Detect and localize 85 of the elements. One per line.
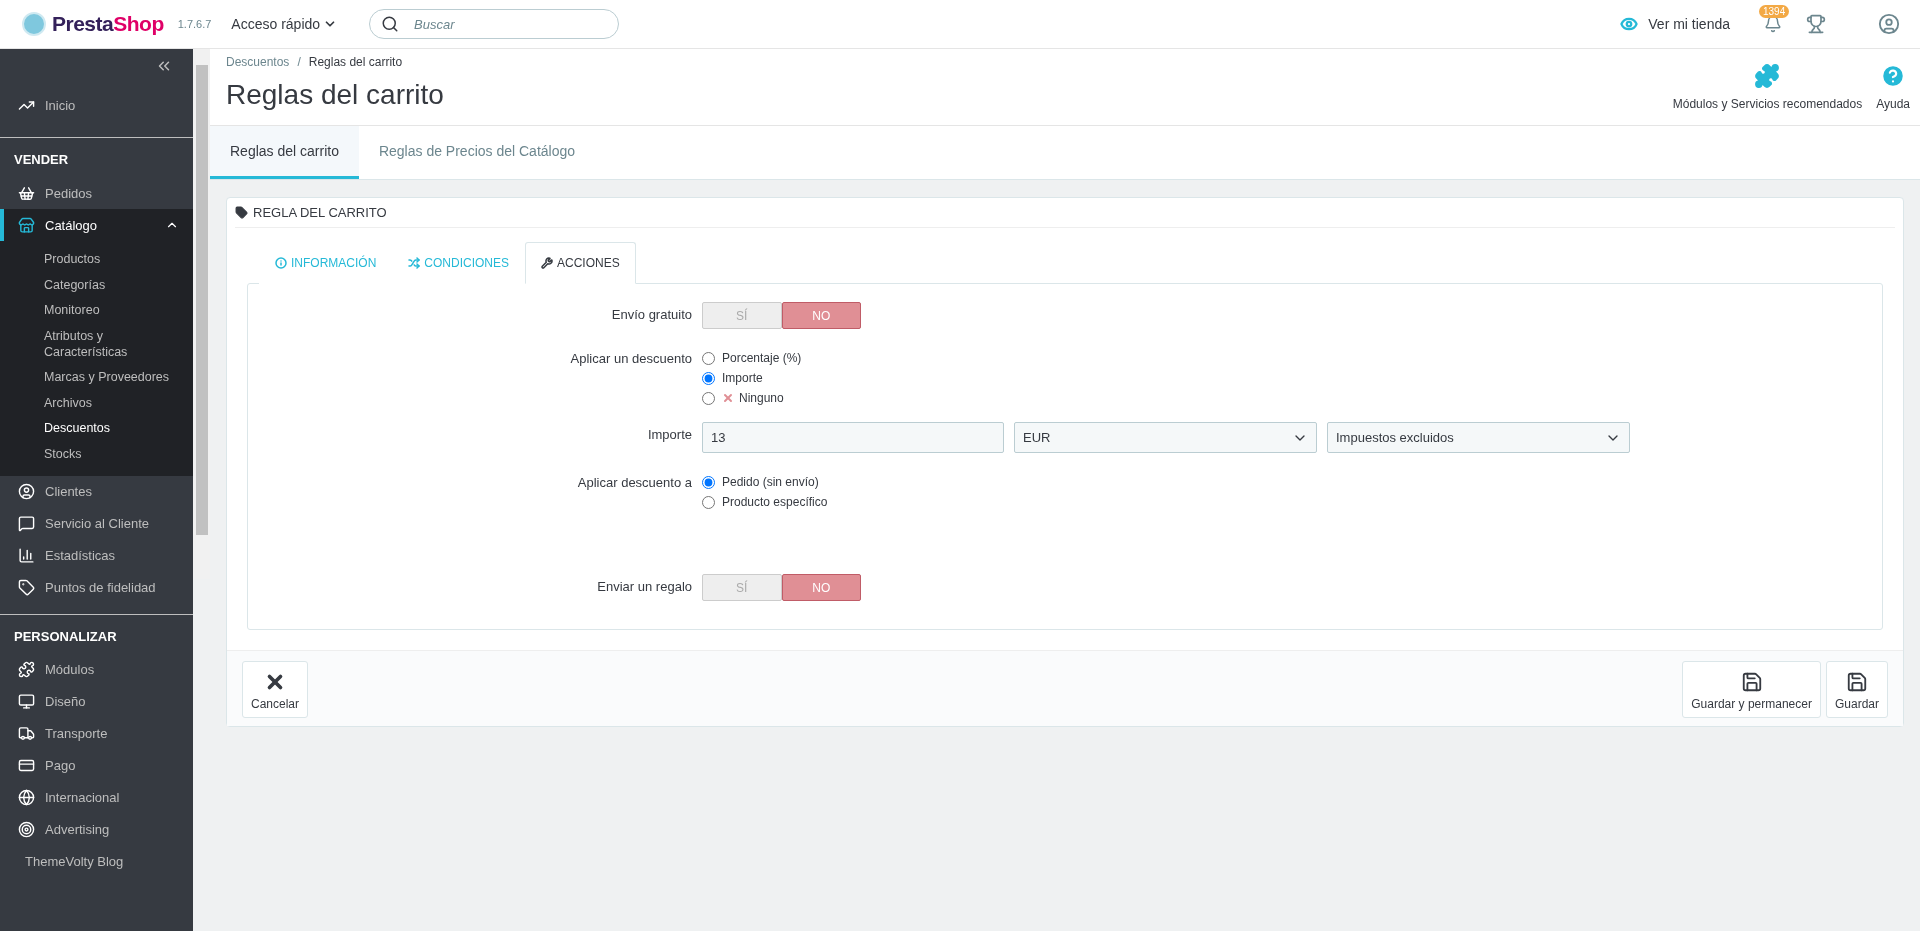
globe-icon xyxy=(18,789,35,807)
sidebar-item[interactable]: Internacional xyxy=(0,781,193,814)
sidebar-item[interactable]: Pedidos xyxy=(0,177,193,209)
radio-button[interactable] xyxy=(702,351,715,365)
submenu-item[interactable]: Stocks xyxy=(0,442,193,468)
section-heading: PERSONALIZAR xyxy=(13,627,118,646)
tag-icon xyxy=(18,579,35,597)
submenu-item[interactable]: Atributos y Características xyxy=(0,323,193,366)
submenu-item[interactable]: Categorías xyxy=(0,272,193,299)
search-icon xyxy=(381,15,400,33)
version-text: 1.7.6.7 xyxy=(177,18,212,30)
logo-text: PrestaShop xyxy=(52,12,164,36)
submenu-item[interactable]: Archivos xyxy=(0,390,193,417)
sidebar-item[interactable]: Puntos de fidelidad xyxy=(0,571,193,604)
card-title: REGLA DEL CARRITO xyxy=(253,205,387,220)
field-label: Aplicar descuento a xyxy=(576,474,692,492)
radio-label: Pedido (sin envío) xyxy=(722,475,819,489)
sidebar-item[interactable]: Inicio xyxy=(0,89,193,121)
bell-icon[interactable] xyxy=(1764,15,1782,33)
wrench-icon xyxy=(541,257,554,269)
sidebar-item[interactable]: Advertising xyxy=(0,813,193,846)
sidebar-item[interactable]: Catálogo xyxy=(0,209,193,241)
radio-button[interactable] xyxy=(702,391,715,405)
field-label: Envío gratuito xyxy=(610,306,692,324)
radio-button[interactable] xyxy=(702,495,715,509)
save-icon xyxy=(1740,671,1763,693)
cancel-button[interactable]: Cancelar xyxy=(242,661,309,718)
page-title: Reglas del carrito xyxy=(226,79,445,111)
shuffle-icon xyxy=(408,257,421,269)
notification-count: 1394 xyxy=(1759,5,1790,18)
section-heading: VENDER xyxy=(13,151,70,169)
submenu-item[interactable]: Productos xyxy=(0,247,193,273)
sidebar-item[interactable]: Transporte xyxy=(0,717,193,750)
sidebar-item[interactable]: Clientes xyxy=(0,475,193,508)
search-field[interactable]: Buscar xyxy=(369,9,620,39)
radio-label: Producto específico xyxy=(722,495,828,509)
submenu-item[interactable]: Descuentos xyxy=(0,416,193,442)
save-button[interactable]: Guardar xyxy=(1825,661,1888,718)
eye-icon xyxy=(1620,15,1639,33)
info-icon xyxy=(275,257,287,269)
amount-field[interactable]: 13 xyxy=(702,422,1004,453)
field-label: Importe xyxy=(646,426,692,444)
save-button[interactable]: Guardar y permanecer xyxy=(1682,661,1821,718)
field-label: Aplicar un descuento xyxy=(569,350,692,368)
radio-button[interactable] xyxy=(702,371,715,385)
breadcrumb-separator: / xyxy=(297,55,301,69)
select-field[interactable]: EUR xyxy=(1014,422,1317,453)
page-tab[interactable]: Reglas de Precios del Catálogo xyxy=(358,126,596,179)
save-icon xyxy=(1846,671,1868,693)
radio-button[interactable] xyxy=(702,475,715,489)
sidebar-item[interactable]: Diseño xyxy=(0,685,193,718)
trophy-icon[interactable] xyxy=(1806,14,1826,34)
form-tab[interactable]: ACCIONES xyxy=(525,242,636,284)
toolbar-button[interactable]: Módulos y Servicios recomendados xyxy=(1672,63,1863,125)
submenu-item[interactable]: Monitoreo xyxy=(0,298,193,324)
truck-icon xyxy=(18,725,35,743)
user-icon xyxy=(18,483,35,501)
sidebar-item[interactable]: Estadísticas xyxy=(0,539,193,572)
puzzle-icon xyxy=(18,661,35,679)
view-store-link[interactable]: Ver mi tienda xyxy=(1620,15,1730,33)
radio-label: Porcentaje (%) xyxy=(722,351,802,365)
quick-access-menu[interactable]: Acceso rápido xyxy=(231,16,338,32)
field-label: Enviar un regalo xyxy=(596,578,692,596)
puzzle-icon xyxy=(1754,63,1781,89)
page-tab[interactable]: Reglas del carrito xyxy=(210,126,359,179)
store-icon xyxy=(18,216,35,234)
monitor-icon xyxy=(18,693,35,711)
sidebar-item[interactable]: Módulos xyxy=(0,653,193,686)
select-field[interactable]: Impuestos excluidos xyxy=(1327,422,1630,453)
chat-icon xyxy=(18,515,35,533)
target-icon xyxy=(18,821,35,839)
sidebar-item[interactable]: Servicio al Cliente xyxy=(0,507,193,540)
sidebar-item[interactable]: ThemeVolty Blog xyxy=(0,845,193,878)
user-icon[interactable] xyxy=(1878,13,1900,35)
breadcrumb-link[interactable]: Descuentos xyxy=(226,55,290,69)
chart-icon xyxy=(18,547,35,565)
submenu-item[interactable]: Marcas y Proveedores xyxy=(0,365,193,391)
cross-icon xyxy=(722,392,734,404)
basket-icon xyxy=(18,184,35,202)
tag-icon xyxy=(235,206,248,219)
breadcrumb-link[interactable]: Reglas del carrito xyxy=(308,55,403,69)
sidebar-item[interactable]: Pago xyxy=(0,749,193,782)
radio-label: Importe xyxy=(722,371,763,385)
toolbar-button[interactable]: Ayuda xyxy=(1876,63,1910,125)
radio-label: Ninguno xyxy=(739,391,784,405)
